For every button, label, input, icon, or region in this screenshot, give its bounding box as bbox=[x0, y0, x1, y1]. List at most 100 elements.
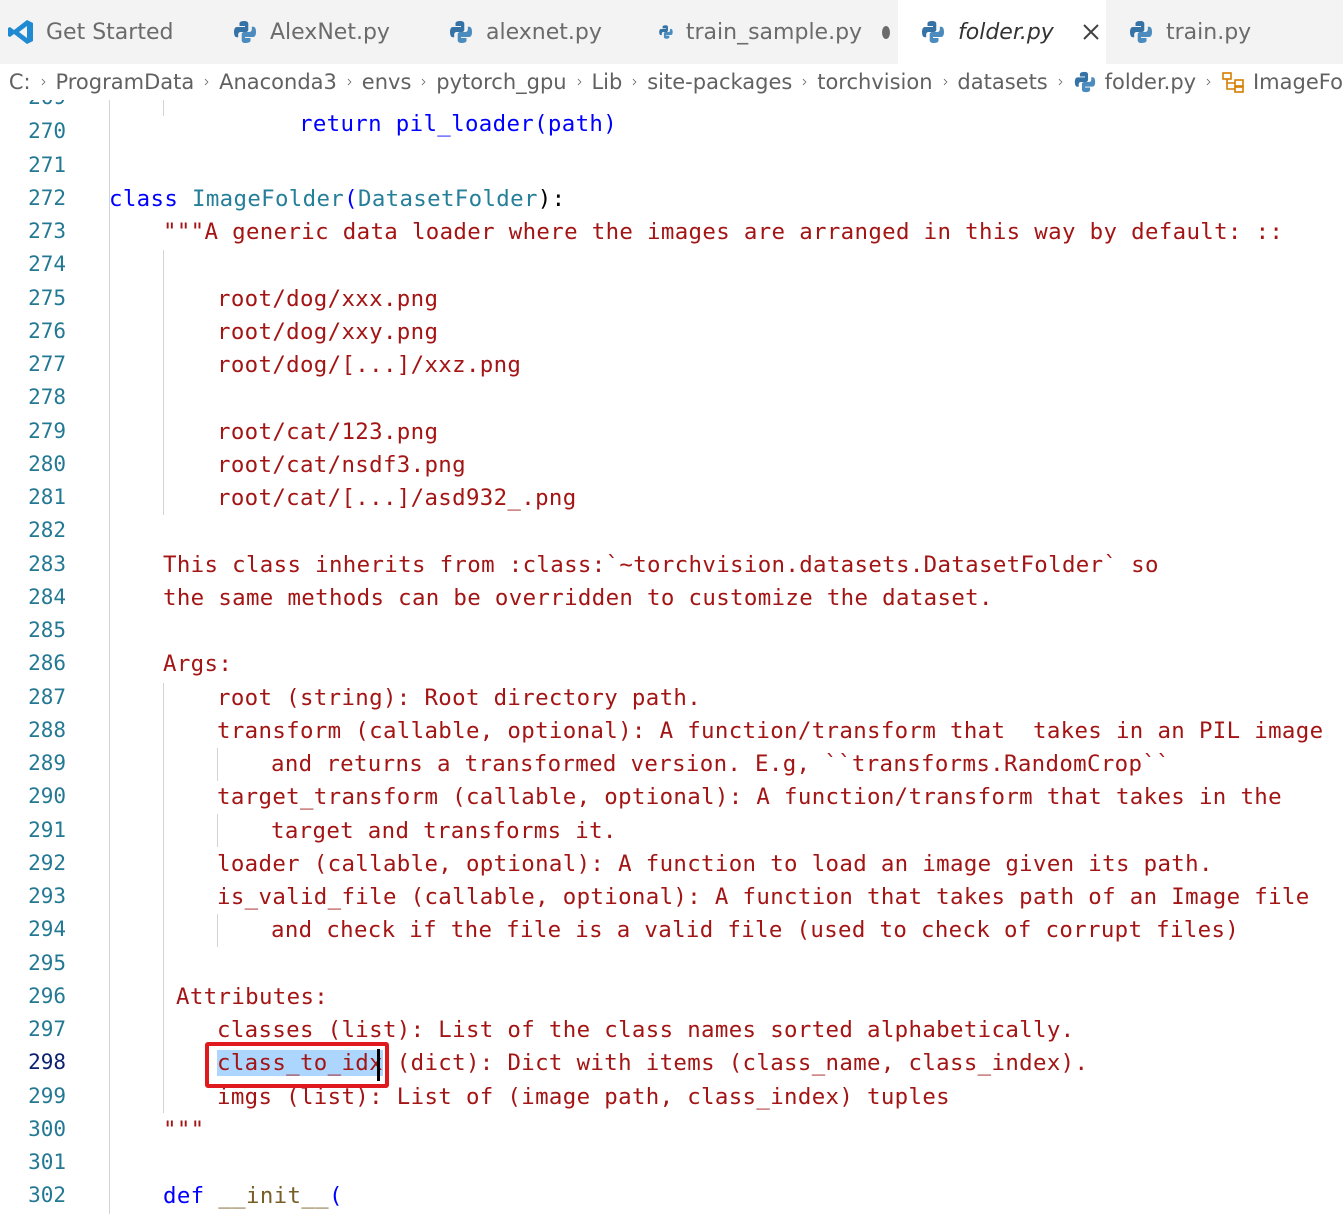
chevron-right-icon bbox=[803, 78, 807, 86]
python-icon bbox=[1130, 21, 1152, 43]
keyword-class: class bbox=[109, 186, 179, 212]
line-number: 274 bbox=[28, 252, 66, 276]
tab-get-started[interactable]: Get Started bbox=[8, 0, 218, 64]
base-class-name: DatasetFolder bbox=[357, 186, 538, 212]
keyword-def: def bbox=[163, 1183, 205, 1209]
line-number: 292 bbox=[28, 851, 66, 875]
code-line-docstring: classes (list): List of the class names … bbox=[217, 1017, 1075, 1043]
line-number: 289 bbox=[28, 751, 66, 775]
code-text: (dict): Dict with items (class_name, cla… bbox=[382, 1050, 1089, 1076]
code-line-docstring: target and transforms it. bbox=[271, 818, 617, 844]
code-line-docstring: the same methods can be overridden to cu… bbox=[163, 585, 993, 611]
code-line-docstring: """ bbox=[163, 1117, 205, 1143]
chevron-right-icon bbox=[577, 78, 582, 86]
vscode-window: Get Started AlexNet.py alexnet.py train_… bbox=[0, 0, 1343, 1214]
code-line-class-def: class ImageFolder(DatasetFolder): bbox=[109, 186, 565, 212]
breadcrumb-torchvision[interactable]: torchvision bbox=[817, 70, 932, 94]
code-line-docstring: Args: bbox=[163, 651, 233, 677]
breadcrumb-lib[interactable]: Lib bbox=[591, 70, 622, 94]
code-line-docstring: and check if the file is a valid file (u… bbox=[271, 917, 1240, 943]
line-number: 272 bbox=[28, 186, 66, 210]
tab-train-sample[interactable]: train_sample.py bbox=[658, 0, 890, 64]
code-line-docstring: root/cat/nsdf3.png bbox=[217, 452, 466, 478]
tab-label: train_sample.py bbox=[685, 19, 863, 45]
line-number: 284 bbox=[28, 585, 66, 609]
close-icon[interactable] bbox=[1080, 21, 1102, 43]
code-line-def: def __init__( bbox=[163, 1183, 343, 1209]
paren-close: ): bbox=[537, 186, 566, 212]
indent-guide bbox=[163, 250, 164, 515]
indent-guide bbox=[109, 100, 110, 1214]
line-number-current: 298 bbox=[28, 1050, 66, 1074]
paren-open: ( bbox=[329, 1183, 343, 1209]
code-line-docstring: transform (callable, optional): A functi… bbox=[217, 718, 1324, 744]
breadcrumb-datasets[interactable]: datasets bbox=[957, 70, 1047, 94]
line-number-gutter: 269 270 271 272 273 274 275 276 277 278 … bbox=[0, 100, 70, 1214]
paren-open: ( bbox=[344, 186, 358, 212]
code-line-docstring: root/dog/[...]/xxz.png bbox=[217, 352, 522, 378]
code-line-docstring: loader (callable, optional): A function … bbox=[217, 851, 1213, 877]
indent-guide bbox=[163, 100, 164, 116]
line-number: 287 bbox=[28, 685, 66, 709]
python-icon bbox=[234, 21, 256, 43]
editor-tab-bar: Get Started AlexNet.py alexnet.py train_… bbox=[0, 0, 1343, 64]
indent-guide bbox=[217, 814, 218, 847]
line-number: 279 bbox=[28, 419, 66, 443]
indent-guide bbox=[217, 748, 218, 781]
line-number: 271 bbox=[28, 153, 66, 177]
code-line-docstring: This class inherits from :class:`~torchv… bbox=[163, 552, 1159, 578]
unsaved-dot-icon[interactable] bbox=[882, 25, 890, 39]
chevron-right-icon bbox=[204, 78, 209, 86]
tab-label: Get Started bbox=[46, 19, 174, 45]
vscode-logo-icon bbox=[8, 20, 33, 44]
breadcrumb-pytorch-gpu[interactable]: pytorch_gpu bbox=[436, 70, 566, 94]
breadcrumb-file[interactable]: folder.py bbox=[1073, 70, 1196, 94]
python-icon bbox=[659, 25, 673, 39]
code-line-docstring: """A generic data loader where the image… bbox=[163, 219, 1284, 245]
tab-alexnet-upper[interactable]: AlexNet.py bbox=[232, 0, 432, 64]
code-line-docstring: root (string): Root directory path. bbox=[217, 685, 702, 711]
code-line-docstring: root/cat/123.png bbox=[217, 419, 439, 445]
tab-label: train.py bbox=[1166, 19, 1252, 45]
breadcrumb-file-label: folder.py bbox=[1104, 70, 1197, 94]
tab-label: folder.py bbox=[958, 19, 1054, 45]
line-number: 283 bbox=[28, 552, 66, 576]
line-number: 296 bbox=[28, 984, 66, 1008]
chevron-right-icon bbox=[347, 78, 352, 86]
tab-folder-py[interactable]: folder.py bbox=[898, 0, 1106, 64]
line-number: 277 bbox=[28, 352, 66, 376]
line-number: 297 bbox=[28, 1017, 66, 1041]
line-number: 301 bbox=[28, 1150, 66, 1174]
tab-label: AlexNet.py bbox=[270, 19, 390, 45]
breadcrumb-drive[interactable]: C: bbox=[9, 70, 31, 94]
class-symbol-icon bbox=[1222, 72, 1244, 93]
breadcrumb-symbol[interactable]: ImageFo bbox=[1221, 70, 1343, 94]
tab-alexnet-lower[interactable]: alexnet.py bbox=[448, 0, 638, 64]
line-number: 302 bbox=[28, 1183, 66, 1207]
line-number: 291 bbox=[28, 818, 66, 842]
line-number: 281 bbox=[28, 485, 66, 509]
code-line-docstring: root/cat/[...]/asd932_.png bbox=[217, 485, 577, 511]
breadcrumb-envs[interactable]: envs bbox=[362, 70, 412, 94]
code-editor[interactable]: 269 270 271 272 273 274 275 276 277 278 … bbox=[0, 100, 1343, 1214]
code-text: return pil_loader(path) bbox=[298, 111, 618, 137]
breadcrumb-site-packages[interactable]: site-packages bbox=[647, 70, 792, 94]
code-line-docstring: is_valid_file (callable, optional): A fu… bbox=[217, 884, 1310, 910]
breadcrumb-anaconda3[interactable]: Anaconda3 bbox=[219, 70, 337, 94]
line-number: 282 bbox=[28, 518, 66, 542]
breadcrumb-programdata[interactable]: ProgramData bbox=[55, 70, 194, 94]
code-line-docstring: target_transform (callable, optional): A… bbox=[217, 784, 1282, 810]
tab-train-py[interactable]: train.py bbox=[1128, 0, 1328, 64]
line-number: 275 bbox=[28, 286, 66, 310]
line-number: 295 bbox=[28, 951, 66, 975]
line-number: 290 bbox=[28, 784, 66, 808]
code-line-docstring: Attributes: bbox=[176, 984, 329, 1010]
line-number: 300 bbox=[28, 1117, 66, 1141]
code-line-partial: return pil_loader(path) bbox=[216, 100, 617, 163]
class-name: ImageFolder bbox=[192, 186, 345, 212]
line-number: 269 bbox=[0, 100, 66, 109]
python-icon bbox=[922, 21, 944, 43]
chevron-right-icon bbox=[41, 78, 46, 86]
breadcrumb: C: ProgramData Anaconda3 envs pytorch_gp… bbox=[0, 64, 1343, 100]
tab-label: alexnet.py bbox=[486, 19, 602, 45]
